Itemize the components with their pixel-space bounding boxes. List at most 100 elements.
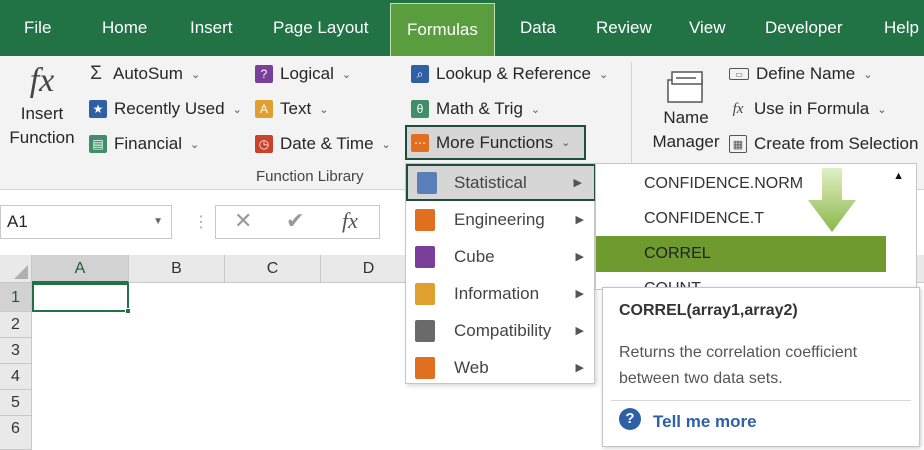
recently-used-button[interactable]: ★ Recently Used ⌄ bbox=[89, 94, 242, 124]
menu-item-information[interactable]: Information ▶ bbox=[406, 275, 596, 312]
chevron-right-icon: ▶ bbox=[575, 288, 584, 300]
row-header-6[interactable]: 6 bbox=[0, 416, 32, 450]
fx-small-icon: fx bbox=[732, 100, 744, 117]
use-in-formula-label: Use in Formula bbox=[754, 99, 870, 118]
chevron-down-icon: ⌄ bbox=[863, 68, 873, 81]
chevron-down-icon: ⌄ bbox=[561, 137, 571, 149]
tell-me-more-link[interactable]: Tell me more bbox=[653, 412, 757, 432]
lookup-book-icon: ⌕ bbox=[411, 65, 429, 83]
enter-check-icon[interactable]: ✔ bbox=[286, 208, 304, 234]
function-correl[interactable]: CORREL bbox=[596, 236, 886, 272]
menu-item-engineering[interactable]: Engineering ▶ bbox=[406, 201, 596, 238]
chevron-down-icon: ⌄ bbox=[190, 138, 200, 151]
row-header-2[interactable]: 2 bbox=[0, 312, 32, 338]
tab-file[interactable]: File bbox=[24, 0, 51, 56]
define-name-button[interactable]: ▭ Define Name ⌄ bbox=[729, 59, 872, 89]
chevron-down-icon: ⌄ bbox=[232, 103, 242, 116]
menu-item-cube-label: Cube bbox=[454, 246, 495, 266]
define-name-label: Define Name bbox=[756, 64, 856, 83]
recently-used-label: Recently Used bbox=[114, 99, 225, 118]
ribbon-tab-bar: File Home Insert Page Layout Formulas Da… bbox=[0, 0, 924, 56]
text-book-icon: A bbox=[255, 100, 273, 118]
formula-buttons: ✕ ✔ fx bbox=[215, 205, 380, 239]
column-header-d[interactable]: D bbox=[321, 255, 417, 283]
tab-page-layout[interactable]: Page Layout bbox=[273, 0, 368, 56]
tab-insert[interactable]: Insert bbox=[190, 0, 233, 56]
insert-function-icon[interactable]: fx bbox=[342, 208, 358, 234]
name-manager-icon bbox=[646, 66, 726, 106]
tab-formulas[interactable]: Formulas bbox=[390, 3, 495, 56]
pointer-arrow-icon bbox=[808, 168, 856, 232]
column-header-c[interactable]: C bbox=[225, 255, 321, 283]
chevron-down-icon: ⌄ bbox=[341, 68, 352, 81]
tab-review[interactable]: Review bbox=[596, 0, 652, 56]
create-from-selection-label: Create from Selection bbox=[754, 134, 919, 153]
tab-developer[interactable]: Developer bbox=[765, 0, 843, 56]
chevron-down-icon: ⌄ bbox=[190, 68, 201, 81]
insert-function-label-1: Insert bbox=[20, 104, 64, 123]
date-time-button[interactable]: ◷ Date & Time ⌄ bbox=[255, 129, 391, 159]
tag-icon: ▭ bbox=[729, 68, 749, 80]
date-time-label: Date & Time bbox=[280, 134, 374, 153]
more-functions-menu: Statistical ▶ Engineering ▶ Cube ▶ Infor… bbox=[405, 163, 596, 386]
chevron-down-icon: ⌄ bbox=[319, 103, 329, 116]
web-icon bbox=[415, 356, 435, 379]
lookup-reference-button[interactable]: ⌕ Lookup & Reference ⌄ bbox=[411, 59, 608, 89]
engineering-icon bbox=[415, 208, 435, 231]
more-functions-button[interactable]: ⋯ More Functions ⌄ bbox=[405, 125, 586, 160]
text-button[interactable]: A Text ⌄ bbox=[255, 94, 328, 124]
row-header-1[interactable]: 1 bbox=[0, 283, 32, 312]
active-cell-a1[interactable] bbox=[32, 283, 131, 314]
name-box[interactable]: A1 ▼ bbox=[0, 205, 172, 239]
tooltip-divider bbox=[611, 400, 911, 401]
row-header-5[interactable]: 5 bbox=[0, 390, 32, 416]
menu-item-information-label: Information bbox=[454, 283, 540, 303]
tab-home[interactable]: Home bbox=[102, 0, 147, 56]
tab-data[interactable]: Data bbox=[520, 0, 556, 56]
math-trig-button[interactable]: θ Math & Trig ⌄ bbox=[411, 94, 540, 124]
statistical-submenu: CONFIDENCE.NORM CONFIDENCE.T CORREL COUN… bbox=[595, 163, 917, 290]
column-header-b[interactable]: B bbox=[129, 255, 225, 283]
chevron-down-icon: ⌄ bbox=[381, 138, 391, 151]
menu-item-compatibility[interactable]: Compatibility ▶ bbox=[406, 312, 596, 349]
tab-help[interactable]: Help bbox=[884, 0, 919, 56]
column-header-a[interactable]: A bbox=[32, 255, 129, 283]
logical-label: Logical bbox=[280, 64, 334, 83]
cancel-icon[interactable]: ✕ bbox=[234, 208, 252, 234]
chevron-right-icon: ▶ bbox=[573, 177, 582, 189]
menu-item-statistical[interactable]: Statistical ▶ bbox=[406, 164, 596, 201]
chevron-down-icon: ⌄ bbox=[877, 103, 887, 116]
tab-view[interactable]: View bbox=[689, 0, 726, 56]
menu-item-web[interactable]: Web ▶ bbox=[406, 349, 596, 386]
tooltip-signature: CORREL(array1,array2) bbox=[619, 302, 798, 319]
scroll-up-arrow-icon[interactable]: ▲ bbox=[893, 170, 904, 182]
text-label: Text bbox=[280, 99, 312, 118]
fill-handle[interactable] bbox=[125, 308, 131, 314]
use-in-formula-button[interactable]: fx Use in Formula ⌄ bbox=[729, 94, 887, 124]
more-functions-label: More Functions bbox=[436, 132, 554, 152]
star-book-icon: ★ bbox=[89, 100, 107, 118]
more-functions-book-icon: ⋯ bbox=[411, 133, 429, 152]
drag-handle-icon[interactable]: ⋮ bbox=[193, 212, 209, 232]
autosum-label: AutoSum bbox=[113, 64, 183, 83]
menu-item-cube[interactable]: Cube ▶ bbox=[406, 238, 596, 275]
logical-book-icon: ? bbox=[255, 65, 273, 83]
function-tooltip: CORREL(array1,array2) Returns the correl… bbox=[602, 287, 920, 447]
chevron-right-icon: ▶ bbox=[575, 214, 584, 226]
create-from-selection-button[interactable]: ▦ Create from Selection bbox=[729, 129, 918, 159]
menu-item-compatibility-label: Compatibility bbox=[454, 320, 552, 340]
insert-function-button[interactable]: fx Insert Function bbox=[6, 60, 78, 150]
select-all-corner[interactable] bbox=[0, 255, 32, 283]
help-question-icon[interactable]: ? bbox=[619, 408, 641, 430]
financial-button[interactable]: ▤ Financial ⌄ bbox=[89, 129, 199, 159]
menu-item-web-label: Web bbox=[454, 357, 489, 377]
logical-button[interactable]: ? Logical ⌄ bbox=[255, 59, 351, 89]
chevron-down-icon: ⌄ bbox=[530, 103, 541, 116]
name-manager-label-2: Manager bbox=[652, 132, 720, 151]
row-header-3[interactable]: 3 bbox=[0, 338, 32, 364]
name-box-value: A1 bbox=[7, 212, 28, 231]
name-manager-button[interactable]: Name Manager bbox=[646, 66, 726, 154]
autosum-button[interactable]: Σ AutoSum ⌄ bbox=[86, 59, 200, 89]
financial-label: Financial bbox=[114, 134, 183, 153]
row-header-4[interactable]: 4 bbox=[0, 364, 32, 390]
